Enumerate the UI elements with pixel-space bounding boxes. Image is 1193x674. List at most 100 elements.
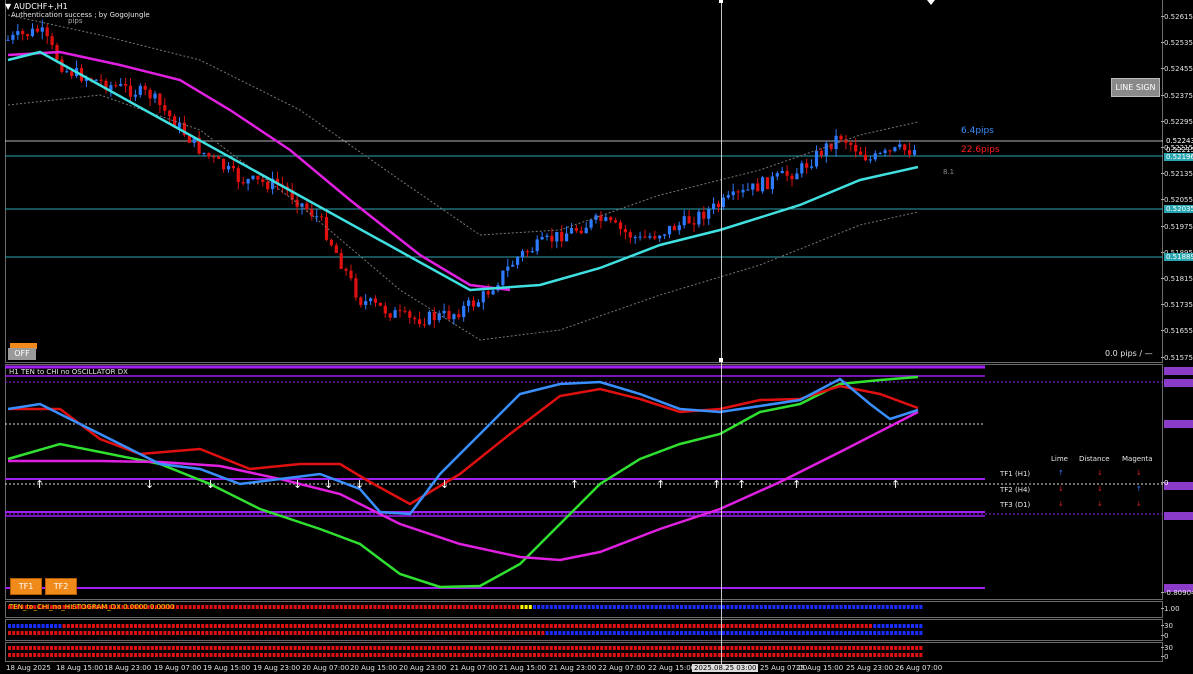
mtf-bar <box>549 631 553 635</box>
histogram-bar <box>831 605 835 609</box>
candle-body <box>672 225 676 231</box>
mtf-bar <box>696 653 700 657</box>
mtf-bar <box>474 653 478 657</box>
mtf-bar <box>915 624 919 628</box>
oscillator-svg[interactable]: ↑ ↑ ↑ ↑ ↑ ↑ ↑ ↓ ↓ ↓ ↓ ↓ ↓ <box>0 364 1193 600</box>
mtf-bar <box>302 653 305 657</box>
histogram-bar <box>785 605 788 609</box>
histogram-bar <box>915 605 919 609</box>
histogram-bar <box>793 605 797 609</box>
histogram-bar <box>579 605 583 609</box>
candle-body <box>432 311 436 321</box>
histogram-bar <box>310 605 314 609</box>
mtf-bar <box>663 631 667 635</box>
mtf-bar <box>478 653 482 657</box>
crosshair-handle-top[interactable] <box>719 0 723 3</box>
osc-axis-tag <box>1164 367 1193 375</box>
histogram-bar <box>335 605 339 609</box>
histogram-bar <box>906 605 910 609</box>
histogram-bar <box>482 605 486 609</box>
mtf-bar <box>659 624 662 628</box>
line-sign-button[interactable]: LINE SIGN <box>1111 78 1160 97</box>
tf1-button[interactable]: TF1 <box>10 578 42 595</box>
histogram-bar <box>789 605 793 609</box>
mtf-bar <box>507 624 511 628</box>
mtf-bar <box>293 624 297 628</box>
mtf-bar <box>764 646 767 650</box>
histogram-bar <box>339 605 343 609</box>
candle-body <box>795 173 799 180</box>
mtf-bar <box>507 631 511 635</box>
mtf-bar <box>457 624 461 628</box>
tf2-button[interactable]: TF2 <box>45 578 77 595</box>
mtf-bar <box>831 631 835 635</box>
mtf-bar <box>268 624 272 628</box>
mtf-bar <box>848 653 851 657</box>
mtf-bar <box>604 653 608 657</box>
mtf-bar <box>604 624 608 628</box>
mtf-bar <box>71 624 74 628</box>
histogram-bar <box>772 605 776 609</box>
mtf-bar <box>806 624 809 628</box>
mtf-bar <box>323 646 326 650</box>
mtf-bar <box>398 624 402 628</box>
mtf-bar <box>478 646 482 650</box>
candle-body <box>824 143 828 156</box>
mtf1-axis-top: 30 <box>1161 622 1173 630</box>
crosshair-vertical[interactable] <box>721 0 722 664</box>
mtf-bar <box>600 631 604 635</box>
time-label: 20 Aug 15:00 <box>350 664 398 672</box>
mtf-bar <box>478 624 482 628</box>
candle-body <box>663 234 667 236</box>
mtf-bar <box>184 646 188 650</box>
mtf-bar <box>705 646 709 650</box>
mtf-bar <box>839 646 843 650</box>
shift-marker-icon[interactable] <box>927 0 935 5</box>
mtf-bar <box>743 646 746 650</box>
mtf-bar <box>621 646 625 650</box>
mtf-bar <box>16 624 20 628</box>
mtf-bar <box>776 646 780 650</box>
histogram-bar <box>730 605 734 609</box>
mtf-bar <box>818 624 822 628</box>
off-button[interactable]: OFF <box>8 348 36 360</box>
mtf-bar <box>239 646 242 650</box>
mtf-bar <box>276 646 280 650</box>
mtf-bar <box>608 624 612 628</box>
histogram-bar <box>751 605 755 609</box>
mtf-bar <box>423 624 427 628</box>
mtf-bar <box>377 624 381 628</box>
mtf-bar <box>486 653 490 657</box>
mtf-bar <box>142 653 146 657</box>
minus-icon[interactable]: — <box>1145 349 1153 358</box>
mtf-bar <box>709 653 713 657</box>
dropdown-arrow-icon[interactable]: ▼ <box>5 2 14 11</box>
mtf-bar <box>629 631 633 635</box>
mtf-bar <box>381 624 385 628</box>
mtf-bar <box>50 646 53 650</box>
mtf-bar <box>776 624 780 628</box>
candle-body <box>579 230 583 234</box>
mtf-bar <box>373 624 377 628</box>
candle-body <box>138 85 142 95</box>
mtf-bar <box>453 631 457 635</box>
mtf-bar <box>911 653 914 657</box>
mtf-bar <box>293 631 297 635</box>
histogram-bar <box>701 605 704 609</box>
mtf-bar <box>24 653 28 657</box>
main-chart-svg[interactable] <box>0 0 1193 364</box>
mtf-bar <box>726 624 730 628</box>
mtf-bar <box>87 653 91 657</box>
histogram-bar <box>671 605 675 609</box>
mtf-bar <box>197 624 200 628</box>
mtf-bar <box>465 653 469 657</box>
mtf-bar <box>696 631 700 635</box>
candle-body <box>398 310 402 312</box>
mtf-bar <box>902 646 906 650</box>
mtf-bar <box>415 646 419 650</box>
mtf-bar <box>848 624 851 628</box>
candle-body <box>633 237 637 239</box>
histogram-bar <box>759 605 763 609</box>
crosshair-handle-mid[interactable] <box>719 358 723 362</box>
histogram-title: TEN_to_CHI_no_HISTOGRAM_DX 0.0000 0.0000 <box>9 603 175 611</box>
